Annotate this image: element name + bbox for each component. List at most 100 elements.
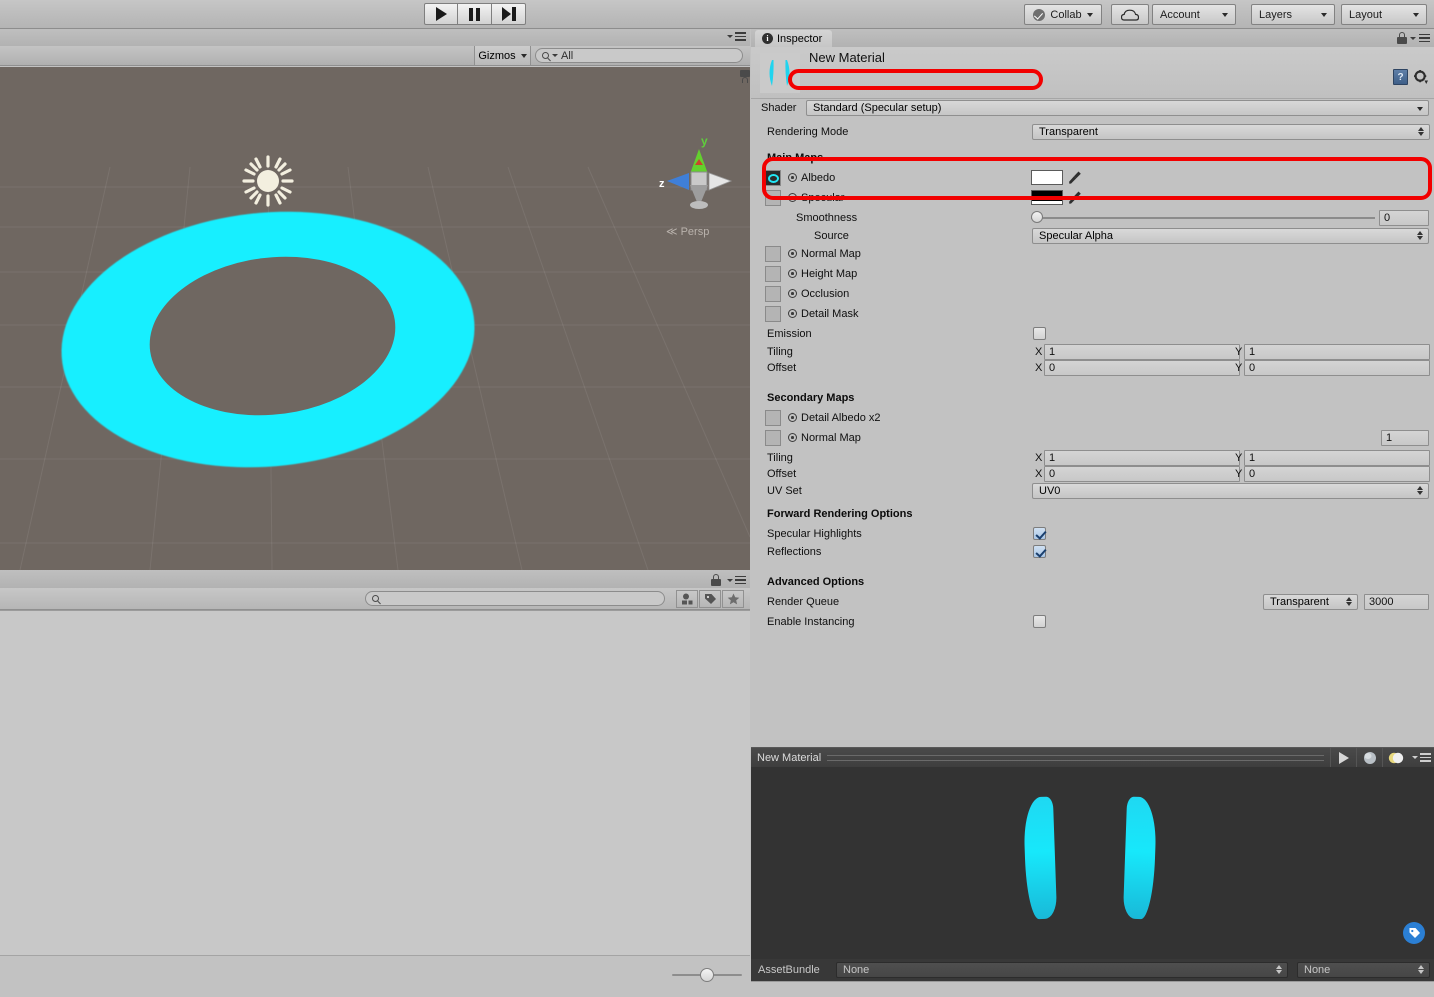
assetbundle-variant-dropdown[interactable]: None: [1297, 962, 1430, 978]
secondary-normal-map-texture-slot[interactable]: [765, 430, 781, 446]
tab-inspector[interactable]: i Inspector: [755, 30, 833, 47]
albedo-eyedropper-icon[interactable]: [1068, 170, 1082, 185]
normal-map-toggle-dot[interactable]: [788, 249, 797, 258]
preview-play-button[interactable]: [1330, 748, 1356, 767]
filter-by-type-button[interactable]: [676, 590, 698, 608]
render-queue-value-field[interactable]: 3000: [1364, 594, 1429, 610]
main-offset-row: Offset X 0 Y 0: [751, 359, 1434, 377]
secondary-normal-map-value-field[interactable]: 1: [1381, 430, 1429, 446]
slider-knob[interactable]: [1031, 211, 1043, 223]
main-offset-label: Offset: [767, 362, 797, 374]
rendering-mode-label: Rendering Mode: [767, 126, 849, 138]
filter-by-label-button[interactable]: [699, 590, 721, 608]
preview-lighting-button[interactable]: [1382, 748, 1408, 767]
specular-highlights-checkbox[interactable]: [1033, 527, 1046, 540]
play-button[interactable]: [424, 3, 458, 25]
reflections-checkbox[interactable]: [1033, 545, 1046, 558]
rendering-mode-dropdown[interactable]: Transparent: [1032, 124, 1430, 140]
hamburger-icon: [735, 575, 746, 585]
specular-toggle-dot[interactable]: [788, 193, 797, 202]
specular-color-swatch[interactable]: [1031, 190, 1063, 205]
albedo-toggle-dot[interactable]: [788, 173, 797, 182]
render-queue-dropdown[interactable]: Transparent: [1263, 594, 1358, 610]
collab-button[interactable]: Collab: [1024, 4, 1102, 25]
uv-set-row: UV Set UV0: [751, 482, 1434, 500]
main-toolbar: Collab Account Layers Layout: [0, 0, 1434, 29]
scene-search-input[interactable]: All: [535, 48, 743, 63]
albedo-texture-slot[interactable]: [765, 170, 781, 186]
project-zoom-slider[interactable]: [672, 968, 742, 982]
source-dropdown[interactable]: Specular Alpha: [1032, 228, 1429, 244]
step-button[interactable]: [492, 3, 526, 25]
help-icon[interactable]: ?: [1393, 69, 1408, 85]
chevron-down-icon: [727, 34, 733, 38]
cloud-button[interactable]: [1111, 4, 1149, 25]
favorites-button[interactable]: [722, 590, 744, 608]
smoothness-slider[interactable]: [1031, 210, 1376, 224]
gear-icon[interactable]: [1414, 70, 1428, 84]
chevron-down-icon: [1222, 12, 1228, 17]
main-tiling-x-field[interactable]: 1: [1044, 344, 1240, 360]
height-map-texture-slot[interactable]: [765, 266, 781, 282]
perspective-label[interactable]: ≪ Persp: [666, 225, 709, 238]
uv-set-dropdown[interactable]: UV0: [1032, 483, 1429, 499]
main-tiling-y-field[interactable]: 1: [1244, 344, 1430, 360]
scene-orientation-gizmo[interactable]: y z: [655, 129, 743, 239]
reflections-row: Reflections: [751, 543, 1434, 561]
scene-panel-menu-button[interactable]: [727, 32, 746, 41]
detail-mask-toggle-dot[interactable]: [788, 309, 797, 318]
preview-menu-button[interactable]: [1408, 748, 1434, 767]
source-value: Specular Alpha: [1039, 230, 1113, 242]
project-toolbar: [0, 588, 750, 610]
secondary-tiling-x-field[interactable]: 1: [1044, 450, 1240, 466]
preview-mesh-button[interactable]: [1356, 748, 1382, 767]
torus-object[interactable]: [59, 201, 477, 478]
smoothness-value-field[interactable]: 0: [1379, 210, 1429, 226]
detail-albedo-toggle-dot[interactable]: [788, 413, 797, 422]
secondary-tiling-y-field[interactable]: 1: [1244, 450, 1430, 466]
occlusion-texture-slot[interactable]: [765, 286, 781, 302]
enable-instancing-checkbox[interactable]: [1033, 615, 1046, 628]
secondary-offset-x-field[interactable]: 0: [1044, 466, 1240, 482]
sphere-icon: [1363, 751, 1376, 764]
detail-albedo-texture-slot[interactable]: [765, 410, 781, 426]
secondary-offset-y-field[interactable]: 0: [1244, 466, 1430, 482]
main-offset-x-field[interactable]: 0: [1044, 360, 1240, 376]
gizmos-dropdown[interactable]: Gizmos: [474, 46, 531, 65]
account-button[interactable]: Account: [1152, 4, 1236, 25]
project-search-input[interactable]: [365, 591, 665, 606]
preview-canvas[interactable]: [751, 767, 1434, 974]
project-content-area[interactable]: [0, 610, 750, 955]
scene-view-panel: Gizmos All y z ≪ Persp: [0, 29, 750, 570]
detail-albedo-label: Detail Albedo x2: [801, 412, 881, 424]
specular-texture-slot[interactable]: [765, 190, 781, 206]
project-panel-menu-button[interactable]: [711, 574, 746, 586]
emission-checkbox[interactable]: [1033, 327, 1046, 340]
main-offset-y-field[interactable]: 0: [1244, 360, 1430, 376]
slider-knob[interactable]: [700, 968, 714, 982]
source-label: Source: [814, 230, 849, 242]
secondary-normal-map-toggle-dot[interactable]: [788, 433, 797, 442]
assetbundle-dropdown[interactable]: None: [836, 962, 1288, 978]
height-map-toggle-dot[interactable]: [788, 269, 797, 278]
detail-mask-texture-slot[interactable]: [765, 306, 781, 322]
rendering-mode-row: Rendering Mode Transparent: [751, 123, 1434, 141]
albedo-color-swatch[interactable]: [1031, 170, 1063, 185]
layers-button[interactable]: Layers: [1251, 4, 1335, 25]
lock-icon[interactable]: [1397, 32, 1407, 44]
specular-row: Specular: [751, 189, 1434, 207]
specular-eyedropper-icon[interactable]: [1068, 190, 1082, 205]
directional-light-icon[interactable]: [236, 149, 300, 213]
asset-label-badge[interactable]: [1403, 922, 1425, 944]
hamburger-icon[interactable]: [1419, 33, 1430, 43]
shader-dropdown[interactable]: Standard (Specular setup): [806, 99, 1429, 116]
normal-map-texture-slot[interactable]: [765, 246, 781, 262]
assetbundle-row: AssetBundle None None: [751, 959, 1434, 981]
scene-viewport[interactable]: y z ≪ Persp: [0, 67, 750, 570]
occlusion-toggle-dot[interactable]: [788, 289, 797, 298]
collab-check-icon: [1033, 8, 1046, 21]
layout-button[interactable]: Layout: [1341, 4, 1427, 25]
preview-drag-handle[interactable]: [827, 754, 1324, 761]
specular-highlights-row: Specular Highlights: [751, 525, 1434, 543]
pause-button[interactable]: [458, 3, 492, 25]
